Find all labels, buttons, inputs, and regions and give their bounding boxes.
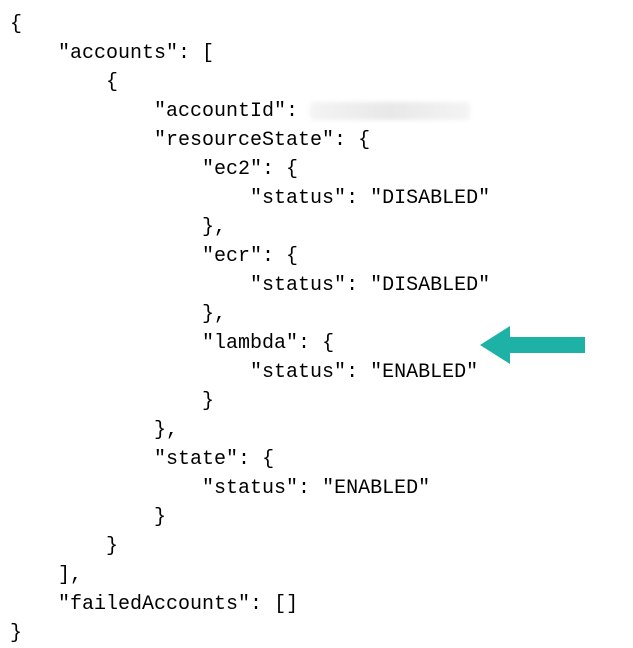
- brace-close: }: [10, 622, 22, 645]
- redacted-account-id: [310, 102, 470, 120]
- brace-open: {: [10, 13, 22, 36]
- brace-close-comma: },: [202, 303, 226, 326]
- key-ec2: "ec2":: [202, 158, 286, 181]
- brace-close: }: [154, 506, 166, 529]
- value-disabled: "DISABLED": [370, 274, 490, 297]
- brace-close: }: [202, 390, 214, 413]
- key-state: "state":: [154, 448, 262, 471]
- brace-open: {: [262, 448, 274, 471]
- json-code-block: { "accounts": [ { "accountId": "resource…: [10, 10, 623, 648]
- brace-open: {: [286, 245, 298, 268]
- value-enabled: "ENABLED": [322, 477, 430, 500]
- value-enabled: "ENABLED": [370, 361, 478, 384]
- key-accounts: "accounts":: [58, 42, 202, 65]
- key-status: "status":: [250, 361, 370, 384]
- brace-close: }: [106, 535, 118, 558]
- key-status: "status":: [202, 477, 322, 500]
- key-accountId: "accountId":: [154, 100, 310, 123]
- brace-open: {: [286, 158, 298, 181]
- key-failedAccounts: "failedAccounts":: [58, 593, 274, 616]
- brace-close-comma: },: [154, 419, 178, 442]
- key-resourceState: "resourceState":: [154, 129, 358, 152]
- brace-open: {: [106, 71, 118, 94]
- brace-open: {: [358, 129, 370, 152]
- bracket-open: [: [202, 42, 214, 65]
- key-ecr: "ecr":: [202, 245, 286, 268]
- key-status: "status":: [250, 187, 370, 210]
- brace-open: {: [322, 332, 334, 355]
- value-disabled: "DISABLED": [370, 187, 490, 210]
- brace-close-comma: },: [202, 216, 226, 239]
- bracket-close-comma: ],: [58, 564, 82, 587]
- key-status: "status":: [250, 274, 370, 297]
- key-lambda: "lambda":: [202, 332, 322, 355]
- empty-array: []: [274, 593, 298, 616]
